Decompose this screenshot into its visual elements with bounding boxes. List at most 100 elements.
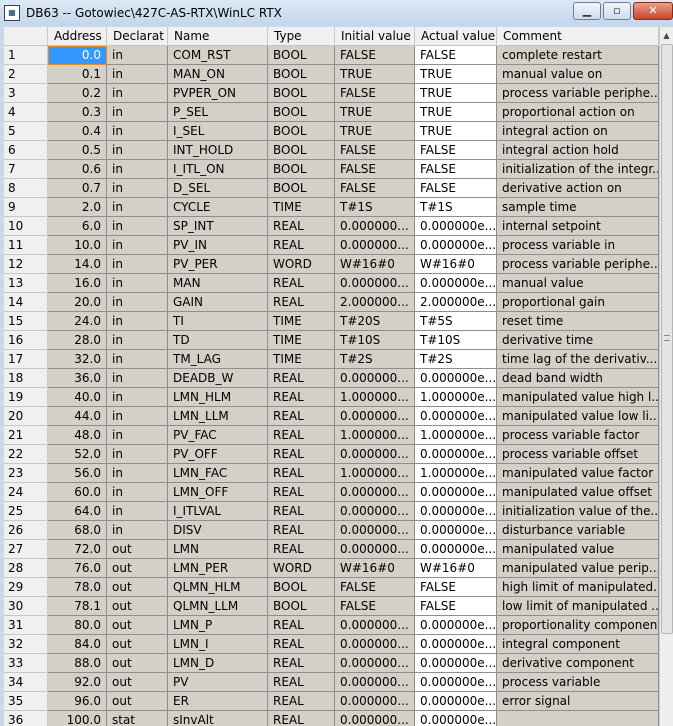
cell-initial-value[interactable]: T#10S	[335, 331, 415, 350]
cell-actual-value[interactable]: 0.000000e...	[415, 445, 497, 464]
cell-initial-value[interactable]: 0.000000...	[335, 483, 415, 502]
cell-initial-value[interactable]: 0.000000...	[335, 502, 415, 521]
cell-initial-value[interactable]: W#16#0	[335, 255, 415, 274]
cell-actual-value[interactable]: FALSE	[415, 578, 497, 597]
cell-comment[interactable]: process variable offset	[497, 445, 659, 464]
cell-comment[interactable]: initialization value of the...	[497, 502, 659, 521]
cell-comment[interactable]: derivative time	[497, 331, 659, 350]
cell-comment[interactable]: process variable factor	[497, 426, 659, 445]
cell-actual-value[interactable]: FALSE	[415, 46, 497, 65]
cell-initial-value[interactable]: 0.000000...	[335, 654, 415, 673]
cell-actual-value[interactable]: W#16#0	[415, 255, 497, 274]
cell-actual-value[interactable]: 0.000000e...	[415, 654, 497, 673]
cell-comment[interactable]: derivative action on	[497, 179, 659, 198]
cell-initial-value[interactable]: T#1S	[335, 198, 415, 217]
cell-initial-value[interactable]: FALSE	[335, 597, 415, 616]
cell-comment[interactable]	[497, 711, 659, 726]
cell-actual-value[interactable]: 0.000000e...	[415, 540, 497, 559]
column-header-comment[interactable]: Comment	[497, 27, 659, 46]
close-button[interactable]: ✕	[633, 2, 673, 20]
column-header-type[interactable]: Type	[268, 27, 335, 46]
cell-actual-value[interactable]: FALSE	[415, 179, 497, 198]
cell-initial-value[interactable]: 1.000000...	[335, 388, 415, 407]
cell-actual-value[interactable]: TRUE	[415, 122, 497, 141]
cell-actual-value[interactable]: 0.000000e...	[415, 673, 497, 692]
cell-initial-value[interactable]: 0.000000...	[335, 616, 415, 635]
cell-actual-value[interactable]: T#1S	[415, 198, 497, 217]
column-header-name[interactable]: Name	[168, 27, 268, 46]
cell-initial-value[interactable]: 0.000000...	[335, 711, 415, 726]
cell-actual-value[interactable]: T#2S	[415, 350, 497, 369]
cell-comment[interactable]: time lag of the derivativ...	[497, 350, 659, 369]
cell-initial-value[interactable]: FALSE	[335, 179, 415, 198]
cell-actual-value[interactable]: 0.000000e...	[415, 502, 497, 521]
cell-comment[interactable]: proportionality component	[497, 616, 659, 635]
column-header-actual-value[interactable]: Actual value	[415, 27, 497, 46]
cell-actual-value[interactable]: 0.000000e...	[415, 616, 497, 635]
cell-actual-value[interactable]: TRUE	[415, 84, 497, 103]
cell-initial-value[interactable]: 0.000000...	[335, 692, 415, 711]
vertical-scrollbar[interactable]: ▲	[659, 27, 673, 726]
cell-comment[interactable]: manipulated value	[497, 540, 659, 559]
maximize-button[interactable]: ▫	[603, 2, 631, 20]
cell-initial-value[interactable]: FALSE	[335, 160, 415, 179]
cell-comment[interactable]: integral action hold	[497, 141, 659, 160]
cell-comment[interactable]: process variable in	[497, 236, 659, 255]
cell-comment[interactable]: error signal	[497, 692, 659, 711]
cell-initial-value[interactable]: T#2S	[335, 350, 415, 369]
cell-comment[interactable]: integral component	[497, 635, 659, 654]
cell-comment[interactable]: reset time	[497, 312, 659, 331]
cell-actual-value[interactable]: 0.000000e...	[415, 483, 497, 502]
cell-comment[interactable]: manipulated value perip...	[497, 559, 659, 578]
cell-comment[interactable]: disturbance variable	[497, 521, 659, 540]
cell-initial-value[interactable]: FALSE	[335, 578, 415, 597]
scroll-thumb[interactable]	[661, 44, 673, 634]
column-header-row-number[interactable]	[4, 27, 48, 46]
cell-actual-value[interactable]: W#16#0	[415, 559, 497, 578]
cell-comment[interactable]: proportional action on	[497, 103, 659, 122]
cell-initial-value[interactable]: 0.000000...	[335, 540, 415, 559]
cell-comment[interactable]: complete restart	[497, 46, 659, 65]
cell-comment[interactable]: manipulated value factor	[497, 464, 659, 483]
cell-initial-value[interactable]: TRUE	[335, 103, 415, 122]
cell-comment[interactable]: manipulated value offset	[497, 483, 659, 502]
cell-comment[interactable]: internal setpoint	[497, 217, 659, 236]
cell-comment[interactable]: manual value on	[497, 65, 659, 84]
cell-comment[interactable]: low limit of manipulated ...	[497, 597, 659, 616]
cell-actual-value[interactable]: FALSE	[415, 160, 497, 179]
cell-initial-value[interactable]: 1.000000...	[335, 426, 415, 445]
cell-initial-value[interactable]: 0.000000...	[335, 635, 415, 654]
scroll-up-icon[interactable]: ▲	[660, 27, 673, 44]
cell-comment[interactable]: derivative component	[497, 654, 659, 673]
column-header-address[interactable]: Address	[48, 27, 107, 46]
cell-actual-value[interactable]: 0.000000e...	[415, 407, 497, 426]
cell-initial-value[interactable]: 0.000000...	[335, 217, 415, 236]
cell-initial-value[interactable]: 0.000000...	[335, 445, 415, 464]
cell-actual-value[interactable]: 0.000000e...	[415, 274, 497, 293]
cell-actual-value[interactable]: FALSE	[415, 597, 497, 616]
cell-comment[interactable]: manipulated value low li...	[497, 407, 659, 426]
cell-actual-value[interactable]: 0.000000e...	[415, 217, 497, 236]
cell-comment[interactable]: manipulated value high l...	[497, 388, 659, 407]
cell-comment[interactable]: high limit of manipulated...	[497, 578, 659, 597]
cell-actual-value[interactable]: 1.000000e...	[415, 464, 497, 483]
cell-initial-value[interactable]: FALSE	[335, 84, 415, 103]
cell-actual-value[interactable]: 0.000000e...	[415, 369, 497, 388]
cell-initial-value[interactable]: FALSE	[335, 46, 415, 65]
cell-comment[interactable]: proportional gain	[497, 293, 659, 312]
cell-actual-value[interactable]: TRUE	[415, 65, 497, 84]
column-header-declaration[interactable]: Declarat	[107, 27, 168, 46]
cell-comment[interactable]: process variable periphe...	[497, 84, 659, 103]
cell-actual-value[interactable]: 0.000000e...	[415, 521, 497, 540]
cell-initial-value[interactable]: 0.000000...	[335, 236, 415, 255]
cell-actual-value[interactable]: T#5S	[415, 312, 497, 331]
cell-comment[interactable]: process variable periphe...	[497, 255, 659, 274]
cell-initial-value[interactable]: T#20S	[335, 312, 415, 331]
cell-actual-value[interactable]: 2.000000e...	[415, 293, 497, 312]
cell-actual-value[interactable]: T#10S	[415, 331, 497, 350]
cell-actual-value[interactable]: TRUE	[415, 103, 497, 122]
cell-initial-value[interactable]: 0.000000...	[335, 673, 415, 692]
cell-initial-value[interactable]: FALSE	[335, 141, 415, 160]
cell-comment[interactable]: initialization of the integr...	[497, 160, 659, 179]
cell-actual-value[interactable]: 0.000000e...	[415, 692, 497, 711]
